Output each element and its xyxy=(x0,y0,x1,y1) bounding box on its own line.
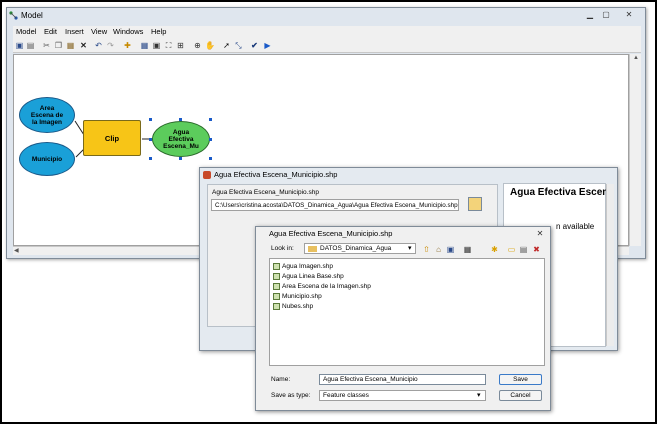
save-dialog-close-button[interactable]: ✕ xyxy=(534,229,546,238)
fixed-zoom-in-icon[interactable]: ⛶ xyxy=(164,41,173,50)
list-item[interactable]: Municipio.shp xyxy=(273,292,322,302)
minimize-button[interactable]: ▁ xyxy=(584,10,596,19)
selection-handle[interactable] xyxy=(179,157,182,160)
selection-handle[interactable] xyxy=(149,138,152,141)
menu-help[interactable]: Help xyxy=(151,27,166,36)
select-icon[interactable]: ➚ xyxy=(222,41,231,50)
selection-handle[interactable] xyxy=(149,157,152,160)
folder-icon xyxy=(308,246,317,252)
look-in-value: DATOS_Dinamica_Agua xyxy=(320,245,392,252)
help-text: n available xyxy=(556,222,595,231)
selection-handle[interactable] xyxy=(149,118,152,121)
run-icon[interactable]: ▶ xyxy=(263,41,272,50)
chevron-down-icon: ▾ xyxy=(408,245,412,252)
selection-handle[interactable] xyxy=(179,118,182,121)
save-icon[interactable]: ▣ xyxy=(15,41,24,50)
look-in-label: Look in: xyxy=(271,245,294,252)
maximize-button[interactable]: ▢ xyxy=(600,10,612,19)
shapefile-icon xyxy=(273,292,280,300)
save-dialog-title: Agua Efectiva Escena_Municipio.shp xyxy=(269,229,393,238)
view-options-icon[interactable]: ▦ xyxy=(463,245,472,254)
copy-icon[interactable]: ❐ xyxy=(54,41,63,50)
zoom-icon[interactable]: ⊕ xyxy=(193,41,202,50)
area-escena-label: Area Escena de la Imagen xyxy=(30,104,64,126)
vertical-scrollbar[interactable]: ▲ xyxy=(629,54,641,246)
toolbar: ▣ ▤ ✂ ❐ ▦ ✕ ↶ ↷ ✚ ▦ ▣ ⛶ ⊞ ⊕ ✋ ➚ ⤡ ✔ ▶ xyxy=(13,39,641,53)
municipio-label: Municipio xyxy=(31,155,63,163)
selection-handle[interactable] xyxy=(209,118,212,121)
shapefile-icon xyxy=(273,272,280,280)
selection-handle[interactable] xyxy=(209,157,212,160)
browse-folder-icon[interactable] xyxy=(468,197,482,211)
delete-layer-icon[interactable]: ✖ xyxy=(532,245,541,254)
file-name: Municipio.shp xyxy=(282,293,322,300)
close-button[interactable]: ✕ xyxy=(618,10,640,19)
save-as-type-label: Save as type: xyxy=(271,392,311,399)
list-item[interactable]: Agua Imagen.shp xyxy=(273,262,333,272)
shapefile-icon xyxy=(273,282,280,290)
model-app-icon xyxy=(9,11,18,20)
output-node[interactable]: Agua Efectiva Escena_Mu xyxy=(152,121,210,157)
selection-handle[interactable] xyxy=(209,138,212,141)
name-field-value: Agua Efectiva Escena_Municipio xyxy=(323,376,418,383)
print-icon[interactable]: ▤ xyxy=(26,41,35,50)
help-scrollbar[interactable] xyxy=(606,184,614,346)
clip-label: Clip xyxy=(104,133,120,143)
connect-folder-icon[interactable]: ▣ xyxy=(446,245,455,254)
fixed-zoom-out-icon[interactable]: ⊞ xyxy=(176,41,185,50)
new-folder-icon[interactable]: ✱ xyxy=(490,245,499,254)
output-path-field[interactable]: C:\Users\cristina.acosta\DATOS_Dinamica_… xyxy=(211,199,459,211)
menu-insert[interactable]: Insert xyxy=(65,27,84,36)
save-as-type-dropdown[interactable]: Feature classes ▾ xyxy=(319,390,486,401)
list-item[interactable]: Area Escena de la Imagen.shp xyxy=(273,282,371,292)
delete-icon[interactable]: ✕ xyxy=(79,41,88,50)
file-list[interactable]: Agua Imagen.shp Agua Linea Base.shp Area… xyxy=(269,258,545,366)
area-escena-node[interactable]: Area Escena de la Imagen xyxy=(19,97,75,133)
menu-edit[interactable]: Edit xyxy=(44,27,57,36)
param-label: Agua Efectiva Escena_Municipio.shp xyxy=(212,189,319,196)
shapefile-icon xyxy=(273,302,280,310)
paste-icon[interactable]: ▦ xyxy=(66,41,75,50)
shapefile-icon xyxy=(273,262,280,270)
auto-layout-icon[interactable]: ▦ xyxy=(140,41,149,50)
menu-windows[interactable]: Windows xyxy=(113,27,143,36)
clip-node[interactable]: Clip xyxy=(83,120,141,156)
cut-icon[interactable]: ✂ xyxy=(42,41,51,50)
file-name: Area Escena de la Imagen.shp xyxy=(282,283,371,290)
pan-icon[interactable]: ✋ xyxy=(205,41,215,50)
redo-icon[interactable]: ↷ xyxy=(106,41,115,50)
menu-model[interactable]: Model xyxy=(16,27,36,36)
validate-icon[interactable]: ✔ xyxy=(250,41,259,50)
save-as-type-value: Feature classes xyxy=(323,392,369,399)
name-label: Name: xyxy=(271,376,291,383)
tool-dialog-icon xyxy=(203,171,211,179)
tool-dialog-title: Agua Efectiva Escena_Municipio.shp xyxy=(214,170,338,179)
connect-icon[interactable]: ⤡ xyxy=(234,41,243,50)
save-button[interactable]: Save xyxy=(499,374,542,385)
list-item[interactable]: Agua Linea Base.shp xyxy=(273,272,344,282)
output-label: Agua Efectiva Escena_Mu xyxy=(163,128,199,150)
undo-icon[interactable]: ↶ xyxy=(94,41,103,50)
add-data-icon[interactable]: ✚ xyxy=(123,41,132,50)
catalog-icon[interactable]: ▤ xyxy=(519,245,528,254)
full-extent-icon[interactable]: ▣ xyxy=(152,41,161,50)
menu-view[interactable]: View xyxy=(91,27,107,36)
file-name: Agua Linea Base.shp xyxy=(282,273,344,280)
help-title: Agua Efectiva Escena_Municipio.shp xyxy=(510,187,606,198)
menu-bar: Model Edit Insert View Windows Help xyxy=(13,26,641,39)
look-in-dropdown[interactable]: DATOS_Dinamica_Agua ▾ xyxy=(304,243,416,254)
model-window-title: Model xyxy=(21,11,43,20)
cancel-button[interactable]: Cancel xyxy=(499,390,542,401)
file-name: Agua Imagen.shp xyxy=(282,263,333,270)
chevron-down-icon: ▾ xyxy=(477,392,481,399)
home-icon[interactable]: ⌂ xyxy=(434,245,443,254)
folder-open-icon[interactable]: ▭ xyxy=(507,245,516,254)
go-up-icon[interactable]: ⇧ xyxy=(422,245,431,254)
list-item[interactable]: Nubes.shp xyxy=(273,302,313,312)
municipio-node[interactable]: Municipio xyxy=(19,142,75,176)
file-name: Nubes.shp xyxy=(282,303,314,310)
name-field[interactable]: Agua Efectiva Escena_Municipio xyxy=(319,374,486,385)
